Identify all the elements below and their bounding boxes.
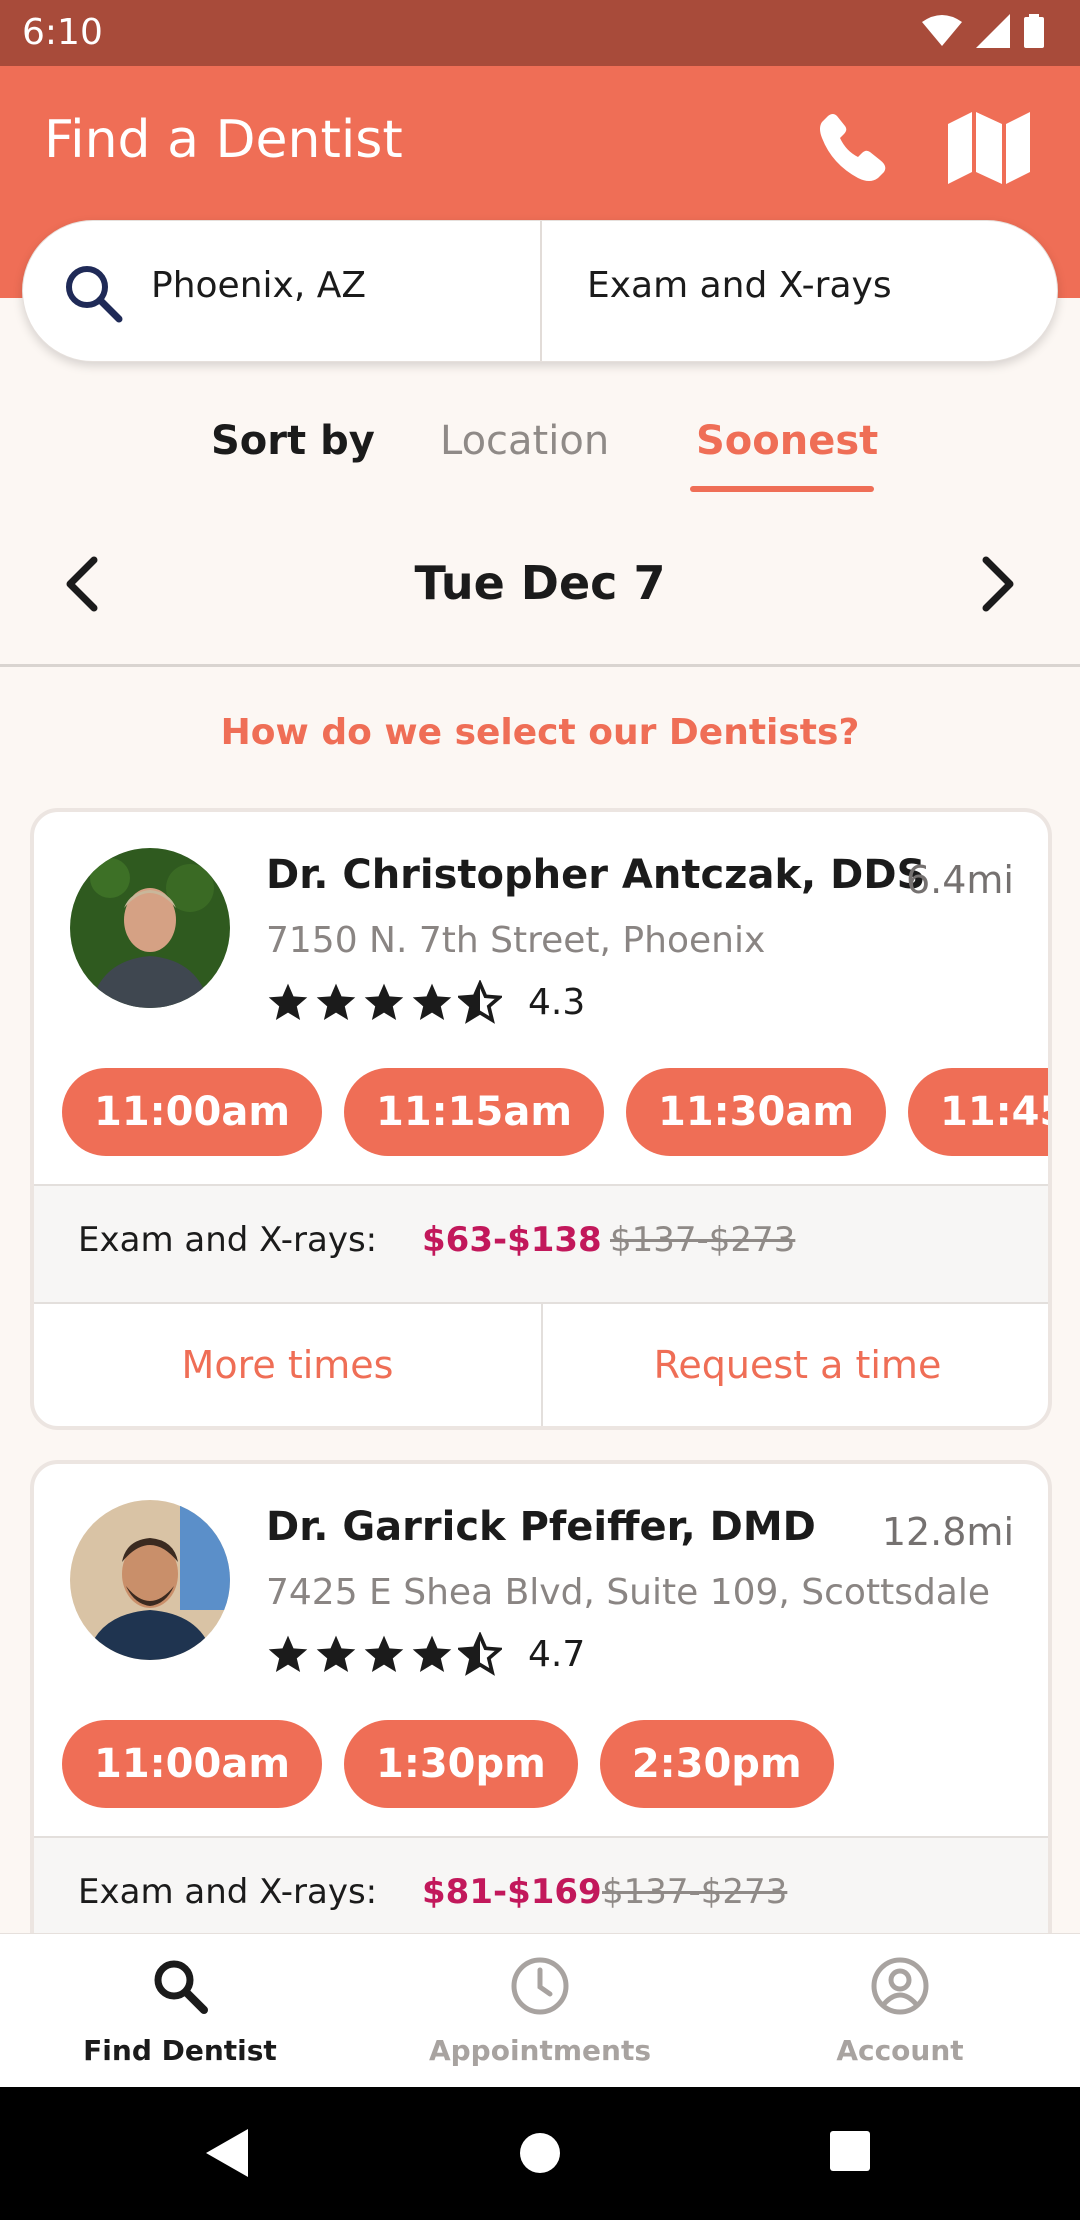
status-icons: [922, 14, 1044, 48]
battery-icon: [1024, 14, 1044, 48]
nav-label: Appointments: [428, 2034, 652, 2067]
star-icon: [364, 983, 404, 1020]
star-icon: [412, 1635, 452, 1672]
nav-find-dentist[interactable]: Find Dentist: [0, 1934, 360, 2088]
sort-location-tab[interactable]: Location: [440, 418, 609, 464]
search-icon: [66, 266, 123, 323]
status-time: 6:10: [22, 12, 103, 53]
time-slot-button[interactable]: 11:00am: [62, 1068, 322, 1156]
bottom-navigation: Find Dentist Appointments Account: [0, 1933, 1080, 2087]
time-slot-button[interactable]: 11:15am: [344, 1068, 604, 1156]
star-icon: [316, 983, 356, 1020]
time-slots: 11:00am 1:30pm 2:30pm: [62, 1720, 834, 1808]
dentist-distance: 6.4mi: [905, 858, 1014, 902]
dentist-distance: 12.8mi: [881, 1510, 1014, 1554]
price-row: Exam and X-rays: $63-$138 $137-$273: [34, 1184, 1048, 1304]
search-icon: [154, 1960, 208, 2014]
service-input[interactable]: Exam and X-rays: [587, 265, 892, 306]
rating-stars: 4.3: [266, 980, 585, 1024]
account-icon: [871, 1957, 929, 2015]
back-icon[interactable]: [206, 2129, 248, 2177]
dentist-name: Dr. Garrick Pfeiffer, DMD: [266, 1504, 816, 1550]
price-label: Exam and X-rays:: [78, 1220, 378, 1260]
time-slot-button[interactable]: 1:30pm: [344, 1720, 578, 1808]
star-icon: [268, 1635, 308, 1672]
map-icon[interactable]: [948, 112, 1030, 184]
request-time-button[interactable]: Request a time: [543, 1304, 1048, 1426]
page-title: Find a Dentist: [44, 110, 403, 170]
discount-price: $63-$138: [422, 1220, 602, 1260]
dentist-address: 7150 N. 7th Street, Phoenix: [266, 920, 766, 961]
dentist-address: 7425 E Shea Blvd, Suite 109, Scottsdale: [266, 1572, 991, 1613]
star-icon: [268, 983, 308, 1020]
star-icon: [412, 983, 452, 1020]
recents-icon[interactable]: [830, 2131, 870, 2171]
divider: [0, 664, 1080, 667]
status-bar: 6:10: [0, 0, 1080, 66]
clock-icon: [511, 1957, 569, 2015]
time-slots: 11:00am 11:15am 11:30am 11:45am: [62, 1068, 1048, 1156]
time-slot-button[interactable]: 2:30pm: [599, 1720, 834, 1808]
price-label: Exam and X-rays:: [78, 1872, 378, 1912]
phone-icon[interactable]: [818, 110, 892, 184]
selected-date: Tue Dec 7: [414, 556, 666, 610]
avatar: [70, 1500, 230, 1660]
half-star-icon: [458, 980, 502, 1024]
original-price: $137-$273: [610, 1220, 796, 1260]
search-divider: [540, 221, 542, 361]
rating-stars: 4.7: [266, 1632, 585, 1676]
sort-label: Sort by: [211, 418, 375, 464]
home-icon[interactable]: [518, 2131, 562, 2175]
time-slot-button[interactable]: 11:30am: [626, 1068, 886, 1156]
rating-value: 4.3: [528, 981, 586, 1023]
time-slot-button[interactable]: 11:45am: [908, 1068, 1048, 1156]
half-star-icon: [458, 1632, 502, 1676]
search-bar: Phoenix, AZ Exam and X-rays: [22, 220, 1058, 362]
nav-account[interactable]: Account: [720, 1934, 1080, 2088]
location-input[interactable]: Phoenix, AZ: [151, 265, 366, 306]
discount-price: $81-$169: [422, 1872, 602, 1912]
nav-label: Account: [836, 2034, 964, 2067]
more-times-button[interactable]: More times: [34, 1304, 543, 1426]
wifi-icon: [922, 15, 962, 46]
signal-icon: [976, 14, 1010, 48]
dentist-name: Dr. Christopher Antczak, DDS: [266, 852, 926, 898]
star-icon: [316, 1635, 356, 1672]
nav-label: Find Dentist: [83, 2034, 277, 2067]
sort-soonest-tab[interactable]: Soonest: [696, 418, 878, 464]
star-icon: [364, 1635, 404, 1672]
dentist-card[interactable]: Dr. Christopher Antczak, DDS 6.4mi 7150 …: [30, 808, 1052, 1430]
time-slot-button[interactable]: 11:00am: [62, 1720, 322, 1808]
original-price: $137-$273: [602, 1872, 788, 1912]
system-navigation-bar: [0, 2087, 1080, 2220]
selection-info-link[interactable]: How do we select our Dentists?: [0, 712, 1080, 753]
nav-appointments[interactable]: Appointments: [360, 1934, 720, 2088]
sort-selected-indicator: [690, 486, 874, 492]
avatar: [70, 848, 230, 1008]
chevron-right-icon[interactable]: [980, 556, 1016, 612]
rating-value: 4.7: [528, 1633, 586, 1675]
